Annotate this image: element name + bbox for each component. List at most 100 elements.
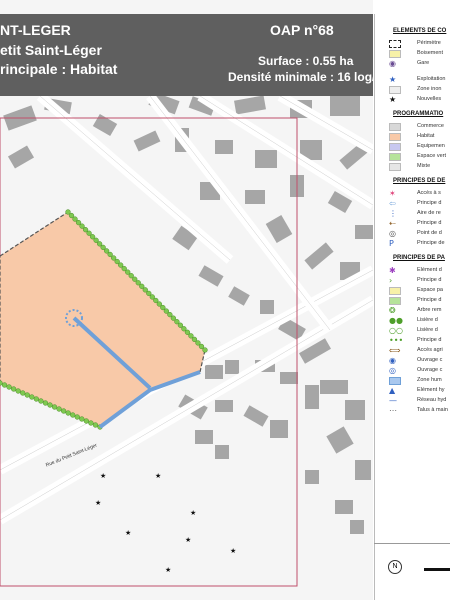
legend-item: ⟺ Accès agri bbox=[375, 346, 450, 355]
legend-item-label: Ouvrage c bbox=[417, 367, 443, 373]
blue-arrow-icon: ⇦ bbox=[389, 199, 396, 208]
purple-asterisk-icon: ✱ bbox=[389, 266, 396, 275]
legend-item-label: Lisière d bbox=[417, 327, 438, 333]
hedge-dot bbox=[51, 404, 58, 410]
building bbox=[270, 420, 288, 438]
hedge-dot bbox=[60, 408, 67, 414]
legend-item: Habitat bbox=[375, 132, 450, 141]
legend-item: — Réseau hyd bbox=[375, 396, 450, 405]
building bbox=[215, 400, 233, 412]
main-vocation: rincipale : Habitat bbox=[0, 61, 118, 77]
green-rect-icon bbox=[389, 297, 401, 305]
pink-star-icon: ✶ bbox=[389, 189, 396, 198]
legend-item-label: Zone hum bbox=[417, 377, 442, 383]
brown-dashed-arrow-icon: ⇠ bbox=[389, 219, 396, 228]
legend-item-label: Principe de bbox=[417, 240, 445, 246]
new-building-star-icon: ★ bbox=[125, 529, 131, 537]
hedge-dot bbox=[79, 416, 85, 422]
new-building-star-icon: ★ bbox=[100, 472, 106, 480]
building bbox=[335, 500, 353, 514]
new-building-star-icon: ★ bbox=[190, 509, 196, 517]
legend-item: ⇠ Principe d bbox=[375, 219, 450, 228]
legend-item: Espace pa bbox=[375, 286, 450, 295]
map-header: NT-LEGER etit Saint-Léger rincipale : Ha… bbox=[0, 14, 389, 96]
yellow-rect-icon bbox=[389, 50, 401, 58]
legend-item: ★ Exploitation bbox=[375, 75, 450, 84]
legend-item: ◎ Ouvrage c bbox=[375, 366, 450, 375]
legend-item: Principe d bbox=[375, 296, 450, 305]
green-dots-icon: ••• bbox=[389, 336, 404, 345]
legend-item-label: Equipemen bbox=[417, 143, 445, 149]
hedge-dot bbox=[42, 400, 49, 406]
legend-item: Zone hum bbox=[375, 376, 450, 385]
building bbox=[92, 113, 118, 137]
legend-item: ○○ Lisière d bbox=[375, 326, 450, 335]
yellow-rect-icon bbox=[389, 287, 401, 295]
blue-rect-icon bbox=[389, 377, 401, 385]
blue-ring-icon: ◎ bbox=[389, 366, 396, 375]
legend-item-label: Espace vert bbox=[417, 153, 447, 159]
new-building-star-icon: ★ bbox=[95, 499, 101, 507]
legend-item-label: Réseau hyd bbox=[417, 397, 447, 403]
legend-item: ⋮ Aire de re bbox=[375, 209, 450, 218]
legend-item: ◎ Point de d bbox=[375, 229, 450, 238]
legend-item-label: Point de d bbox=[417, 230, 442, 236]
new-building-star-icon: ★ bbox=[155, 472, 161, 480]
legend-item: ◉ Gare bbox=[375, 59, 450, 68]
min-density: Densité minimale : 16 log/ha bbox=[228, 70, 390, 84]
legend-item-label: Elément hy bbox=[417, 387, 445, 393]
hedge-dot bbox=[74, 414, 80, 420]
building bbox=[234, 95, 266, 115]
legend-item: ★ Nouvelles bbox=[375, 95, 450, 104]
legend-section-title: PRINCIPES DE DE bbox=[393, 178, 446, 184]
building bbox=[225, 360, 239, 374]
legend-item-label: Principe d bbox=[417, 337, 442, 343]
scale-bar bbox=[424, 568, 450, 571]
commune-title: NT-LEGER bbox=[0, 22, 71, 38]
grey-rect-icon bbox=[389, 123, 401, 131]
legend-item: Boisement bbox=[375, 49, 450, 58]
building bbox=[326, 426, 354, 454]
building bbox=[355, 460, 371, 480]
legend-section-title: PRINCIPES DE PA bbox=[393, 255, 445, 261]
hedge-dot bbox=[65, 410, 71, 416]
new-building-star-icon: ★ bbox=[230, 547, 236, 555]
building bbox=[215, 140, 233, 154]
legend-item-label: Boisement bbox=[417, 50, 443, 56]
hedge-dot bbox=[83, 418, 90, 424]
legend-item: Commerce bbox=[375, 122, 450, 131]
building bbox=[355, 225, 373, 239]
legend-item: Espace vert bbox=[375, 152, 450, 161]
legend-item-label: Commerce bbox=[417, 123, 444, 129]
building bbox=[345, 400, 365, 420]
hedge-dot bbox=[38, 398, 44, 404]
blue-line-icon: — bbox=[389, 396, 397, 405]
legend-item-label: Principe d bbox=[417, 277, 442, 283]
legend-item: ⋯ Talus à main bbox=[375, 406, 450, 415]
legend-item-label: Zone inon bbox=[417, 86, 442, 92]
peach-rect-icon bbox=[389, 133, 401, 141]
building bbox=[215, 445, 229, 459]
hedge-dot bbox=[33, 396, 40, 402]
legend-item-label: Accès à s bbox=[417, 190, 441, 196]
legend-section-title: PROGRAMMATIO bbox=[393, 111, 444, 117]
legend-item-label: Talus à main bbox=[417, 407, 448, 413]
legend-item-label: Gare bbox=[417, 60, 430, 66]
building bbox=[245, 190, 265, 204]
legend-item: ✱ Elément d bbox=[375, 266, 450, 275]
legend-item-label: Nouvelles bbox=[417, 96, 442, 102]
legend-item: Zone inon bbox=[375, 85, 450, 94]
building bbox=[305, 385, 319, 409]
blue-star-icon: ★ bbox=[389, 75, 397, 84]
legend-item-label: Accès agri bbox=[417, 347, 443, 353]
legend-item: Equipemen bbox=[375, 142, 450, 151]
legend-item: ●● Lisière d bbox=[375, 316, 450, 325]
building bbox=[320, 380, 348, 394]
lightgrey-rect-icon bbox=[389, 163, 401, 171]
legend-item-label: Aire de re bbox=[417, 210, 441, 216]
building bbox=[350, 520, 364, 534]
hedge-dot bbox=[24, 392, 30, 398]
new-buildings-stars: ★ ★ ★ ★ ★ ★ ★ ★ bbox=[95, 472, 236, 574]
building bbox=[195, 430, 213, 444]
legend-item: ❂ Arbre rem bbox=[375, 306, 450, 315]
